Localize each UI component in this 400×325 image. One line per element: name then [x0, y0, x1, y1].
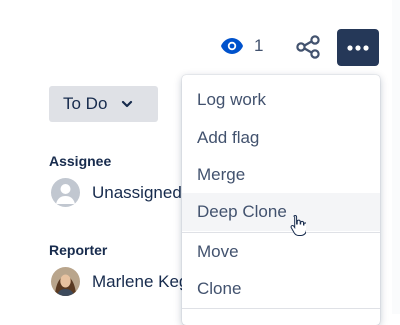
share-button[interactable] — [294, 33, 322, 61]
menu-item-log-work[interactable]: Log work — [182, 81, 380, 119]
assignee-field[interactable]: Unassigned — [51, 178, 182, 207]
menu-item-add-flag[interactable]: Add flag — [182, 119, 380, 157]
assignee-value: Unassigned — [92, 182, 182, 202]
more-actions-button[interactable] — [337, 29, 379, 66]
reporter-value: Marlene Keg — [92, 271, 189, 291]
menu-item-move[interactable]: Move — [182, 233, 380, 271]
menu-divider — [182, 308, 380, 309]
status-dropdown[interactable]: To Do — [49, 86, 158, 122]
hand-pointer-icon — [290, 214, 306, 236]
eye-icon — [221, 38, 243, 54]
menu-item-deep-clone[interactable]: Deep Clone — [182, 193, 380, 231]
status-label: To Do — [63, 94, 108, 113]
default-avatar-icon — [51, 178, 80, 207]
chevron-down-icon — [122, 100, 133, 108]
reporter-label: Reporter — [49, 242, 108, 258]
ellipsis-icon — [347, 44, 369, 51]
share-icon — [296, 35, 320, 59]
watch-count: 1 — [254, 36, 264, 55]
assignee-label: Assignee — [49, 153, 112, 169]
avatar — [51, 267, 80, 296]
more-actions-menu: Log work Add flag Merge Deep Clone Move … — [182, 75, 380, 325]
menu-item-clone[interactable]: Clone — [182, 270, 380, 308]
reporter-field[interactable]: Marlene Keg — [51, 267, 188, 296]
scrollbar[interactable] — [392, 0, 400, 314]
menu-item-merge[interactable]: Merge — [182, 156, 380, 194]
watchers-button[interactable]: 1 — [220, 36, 263, 56]
